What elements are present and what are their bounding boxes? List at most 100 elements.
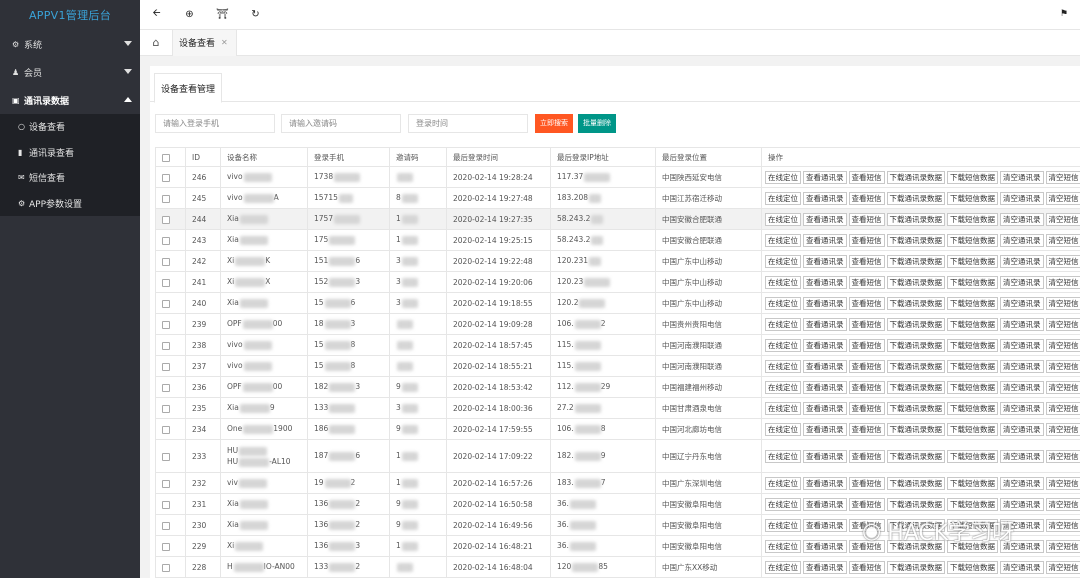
locate-button[interactable]: 在线定位 <box>765 401 801 415</box>
clear-sms-button[interactable]: 清空短信 <box>1045 359 1080 373</box>
row-select-cell[interactable] <box>155 535 186 557</box>
download-sms-button[interactable]: 下载短信数据 <box>947 212 998 226</box>
clear-contacts-button[interactable]: 清空通讯录 <box>1000 401 1044 415</box>
row-checkbox[interactable] <box>162 521 170 530</box>
clear-sms-button[interactable]: 清空短信 <box>1045 191 1080 205</box>
locate-button[interactable]: 在线定位 <box>765 275 801 289</box>
clear-contacts-button[interactable]: 清空通讯录 <box>1000 317 1044 331</box>
tab-device-view[interactable]: 设备查看 ✕ <box>172 29 237 56</box>
row-checkbox[interactable] <box>162 320 170 329</box>
download-contacts-button[interactable]: 下载通讯录数据 <box>886 338 945 352</box>
clear-sms-button[interactable]: 清空短信 <box>1045 518 1080 532</box>
download-sms-button[interactable]: 下载短信数据 <box>947 401 998 415</box>
download-sms-button[interactable]: 下载短信数据 <box>947 476 998 490</box>
table-row[interactable]: 245 vivo A 15715 8 2020-02-14 19:27:48 183.208… <box>155 187 1080 209</box>
clear-sms-button[interactable]: 清空短信 <box>1045 401 1080 415</box>
locate-button[interactable]: 在线定位 <box>765 449 801 463</box>
close-icon[interactable]: ✕ <box>221 38 228 47</box>
sidebar-item-system[interactable]: ⚙ 系统 <box>0 30 140 58</box>
row-select-cell[interactable] <box>155 208 186 230</box>
table-row[interactable]: 236 OPF 00 182 3 9 2020-02-14 18:53:42 112. 29 中国… <box>155 376 1080 398</box>
locate-button[interactable]: 在线定位 <box>765 191 801 205</box>
view-sms-button[interactable]: 查看短信 <box>848 296 885 310</box>
table-row[interactable]: 242 Xi K 151 6 3 2020-02-14 19:22:48 120.231 中国广… <box>155 250 1080 272</box>
clear-contacts-button[interactable]: 清空通讯录 <box>1000 275 1044 289</box>
view-sms-button[interactable]: 查看短信 <box>848 401 885 415</box>
locate-button[interactable]: 在线定位 <box>765 170 801 184</box>
refresh-icon[interactable]: ↻ <box>239 9 272 20</box>
table-row[interactable]: 239 OPF 00 18 3 2020-02-14 19:09:28 106. 2 中国贵州贵… <box>155 313 1080 335</box>
clear-sms-button[interactable]: 清空短信 <box>1045 449 1080 463</box>
clear-sms-button[interactable]: 清空短信 <box>1045 170 1080 184</box>
table-row[interactable]: 235 Xia 9 133 3 2020-02-14 18:00:36 27.2 中国甘肃酒泉… <box>155 397 1080 419</box>
clear-sms-button[interactable]: 清空短信 <box>1045 254 1080 268</box>
arrow-left-icon[interactable]: 🡨 <box>140 6 173 23</box>
download-sms-button[interactable]: 下载短信数据 <box>947 296 998 310</box>
table-row[interactable]: 246 vivo 1738 2020-02-14 19:28:24 117.37 中国陕西… <box>155 166 1080 188</box>
locate-button[interactable]: 在线定位 <box>765 422 801 436</box>
locate-button[interactable]: 在线定位 <box>765 476 801 490</box>
clear-sms-button[interactable]: 清空短信 <box>1045 476 1080 490</box>
clear-contacts-button[interactable]: 清空通讯录 <box>1000 170 1044 184</box>
clear-sms-button[interactable]: 清空短信 <box>1045 380 1080 394</box>
clear-sms-button[interactable]: 清空短信 <box>1045 539 1080 553</box>
clear-contacts-button[interactable]: 清空通讯录 <box>1000 449 1044 463</box>
download-sms-button[interactable]: 下载短信数据 <box>947 317 998 331</box>
download-sms-button[interactable]: 下载短信数据 <box>947 170 998 184</box>
row-checkbox[interactable] <box>162 362 170 371</box>
locate-button[interactable]: 在线定位 <box>765 518 801 532</box>
tab-device-management[interactable]: 设备查看管理 <box>154 73 223 103</box>
clear-contacts-button[interactable]: 清空通讯录 <box>1000 359 1044 373</box>
sidebar-item-members[interactable]: ♟ 会员 <box>0 58 140 86</box>
select-all-cell[interactable] <box>155 147 186 167</box>
download-sms-button[interactable]: 下载短信数据 <box>947 191 998 205</box>
download-contacts-button[interactable]: 下载通讯录数据 <box>886 449 945 463</box>
clear-contacts-button[interactable]: 清空通讯录 <box>1000 212 1044 226</box>
view-sms-button[interactable]: 查看短信 <box>848 254 885 268</box>
clear-contacts-button[interactable]: 清空通讯录 <box>1000 233 1044 247</box>
download-contacts-button[interactable]: 下载通讯录数据 <box>886 317 945 331</box>
clear-sms-button[interactable]: 清空短信 <box>1045 296 1080 310</box>
download-contacts-button[interactable]: 下载通讯录数据 <box>886 254 945 268</box>
view-contacts-button[interactable]: 查看通讯录 <box>803 233 847 247</box>
clear-sms-button[interactable]: 清空短信 <box>1045 338 1080 352</box>
table-row[interactable]: 233 HU HU -AL10 187 6 1 2020-02-14 17:09:22 182.… <box>155 439 1080 473</box>
app-logo[interactable]: APPV1管理后台 <box>0 0 140 30</box>
row-select-cell[interactable] <box>155 514 186 536</box>
row-checkbox[interactable] <box>162 383 170 392</box>
download-sms-button[interactable]: 下载短信数据 <box>947 254 998 268</box>
view-contacts-button[interactable]: 查看通讯录 <box>803 518 847 532</box>
row-select-cell[interactable] <box>155 334 186 356</box>
clear-contacts-button[interactable]: 清空通讯录 <box>1000 191 1044 205</box>
locate-button[interactable]: 在线定位 <box>765 359 801 373</box>
view-sms-button[interactable]: 查看短信 <box>848 476 885 490</box>
row-checkbox[interactable] <box>162 479 170 488</box>
download-contacts-button[interactable]: 下载通讯录数据 <box>886 476 945 490</box>
locate-button[interactable]: 在线定位 <box>765 317 801 331</box>
row-select-cell[interactable] <box>155 229 186 251</box>
row-checkbox[interactable] <box>162 542 170 551</box>
view-contacts-button[interactable]: 查看通讯录 <box>803 359 847 373</box>
row-select-cell[interactable] <box>155 271 186 293</box>
download-contacts-button[interactable]: 下载通讯录数据 <box>886 497 945 511</box>
view-contacts-button[interactable]: 查看通讯录 <box>803 212 847 226</box>
row-select-cell[interactable] <box>155 376 186 398</box>
row-select-cell[interactable] <box>155 250 186 272</box>
row-select-cell[interactable] <box>155 292 186 314</box>
download-sms-button[interactable]: 下载短信数据 <box>947 359 998 373</box>
clear-contacts-button[interactable]: 清空通讯录 <box>1000 476 1044 490</box>
clear-sms-button[interactable]: 清空短信 <box>1045 422 1080 436</box>
view-contacts-button[interactable]: 查看通讯录 <box>803 338 847 352</box>
locate-button[interactable]: 在线定位 <box>765 380 801 394</box>
crosshair-icon[interactable]: ⊕ <box>173 9 206 20</box>
view-contacts-button[interactable]: 查看通讯录 <box>803 401 847 415</box>
download-sms-button[interactable]: 下载短信数据 <box>947 338 998 352</box>
clear-sms-button[interactable]: 清空短信 <box>1045 275 1080 289</box>
table-row[interactable]: 243 Xia 175 1 2020-02-14 19:25:15 58.243.2 中国安… <box>155 229 1080 251</box>
clear-sms-button[interactable]: 清空短信 <box>1045 212 1080 226</box>
clear-contacts-button[interactable]: 清空通讯录 <box>1000 338 1044 352</box>
view-contacts-button[interactable]: 查看通讯录 <box>803 560 847 574</box>
view-contacts-button[interactable]: 查看通讯录 <box>803 296 847 310</box>
locate-button[interactable]: 在线定位 <box>765 539 801 553</box>
view-contacts-button[interactable]: 查看通讯录 <box>803 254 847 268</box>
